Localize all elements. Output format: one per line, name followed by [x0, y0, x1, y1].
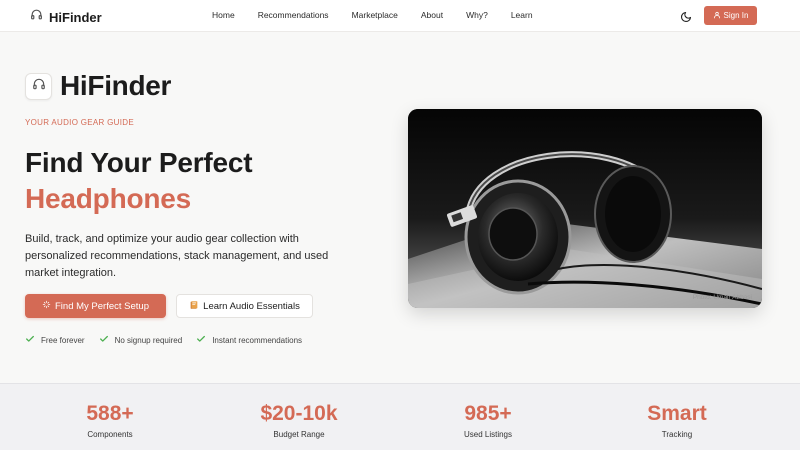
- perks-list: Free forever No signup required Instant …: [25, 334, 302, 346]
- headline-line-1: Find Your Perfect: [25, 147, 253, 178]
- hero-description: Build, track, and optimize your audio ge…: [25, 233, 329, 279]
- find-setup-label: Find My Perfect Setup: [55, 300, 149, 312]
- learn-essentials-label: Learn Audio Essentials: [203, 300, 300, 312]
- headphones-icon: [30, 8, 43, 26]
- moon-icon[interactable]: [680, 10, 692, 23]
- nav-link-about[interactable]: About: [421, 10, 443, 20]
- find-setup-button[interactable]: Find My Perfect Setup: [25, 294, 166, 318]
- nav-link-recommendations[interactable]: Recommendations: [258, 10, 329, 20]
- stat-value: 588+: [86, 402, 134, 425]
- book-icon: [189, 300, 199, 313]
- perk-item: Free forever: [25, 334, 85, 346]
- headphones-icon: [32, 77, 46, 96]
- stat-value: $20-10k: [260, 402, 338, 425]
- stat-label: Used Listings: [463, 430, 513, 439]
- check-icon: [25, 334, 35, 346]
- stat-budget-range: $20-10k Budget Range: [229, 401, 369, 439]
- perk-item: Instant recommendations: [196, 334, 302, 346]
- stat-label: Tracking: [661, 430, 693, 439]
- hero-logo: [25, 73, 52, 100]
- nav-link-why[interactable]: Why?: [466, 10, 488, 20]
- nav-links: Home Recommendations Marketplace About W…: [212, 10, 556, 20]
- check-icon: [196, 334, 206, 346]
- perk-item: No signup required: [99, 334, 183, 346]
- user-icon: [713, 11, 721, 21]
- stat-used-listings: 985+ Used Listings: [418, 401, 558, 439]
- photo-credit: Photo: Umair Abbasi: [692, 294, 752, 301]
- check-icon: [99, 334, 109, 346]
- stat-value: Smart: [647, 402, 707, 425]
- nav-link-marketplace[interactable]: Marketplace: [352, 10, 398, 20]
- stat-label: Components: [87, 430, 133, 439]
- hero-tagline: YOUR AUDIO GEAR GUIDE: [25, 118, 134, 127]
- stat-label: Budget Range: [273, 430, 325, 439]
- stat-value: 985+: [464, 402, 512, 425]
- nav-link-home[interactable]: Home: [212, 10, 235, 20]
- sign-in-button[interactable]: Sign In: [704, 6, 757, 25]
- sparkle-icon: [42, 300, 51, 312]
- perk-label: Instant recommendations: [212, 335, 303, 345]
- stat-tracking: Smart Tracking: [607, 401, 747, 439]
- stats-bar: 588+ Components $20-10k Budget Range 985…: [0, 383, 800, 450]
- sign-in-label: Sign In: [723, 11, 749, 20]
- perk-label: No signup required: [114, 335, 183, 345]
- perk-label: Free forever: [41, 335, 85, 345]
- top-nav: HiFinder Home Recommendations Marketplac…: [0, 0, 800, 32]
- hero-headline: Find Your Perfect Headphones: [25, 145, 253, 217]
- brand-name: HiFinder: [49, 9, 102, 25]
- headline-line-2: Headphones: [25, 183, 192, 214]
- brand-link[interactable]: HiFinder: [30, 8, 102, 26]
- hero-headphones-photo: Photo: Umair Abbasi: [408, 109, 762, 308]
- learn-essentials-button[interactable]: Learn Audio Essentials: [176, 294, 313, 318]
- nav-link-learn[interactable]: Learn: [511, 10, 533, 20]
- stat-components: 588+ Components: [40, 401, 180, 439]
- hero-brand-title: HiFinder: [60, 70, 172, 101]
